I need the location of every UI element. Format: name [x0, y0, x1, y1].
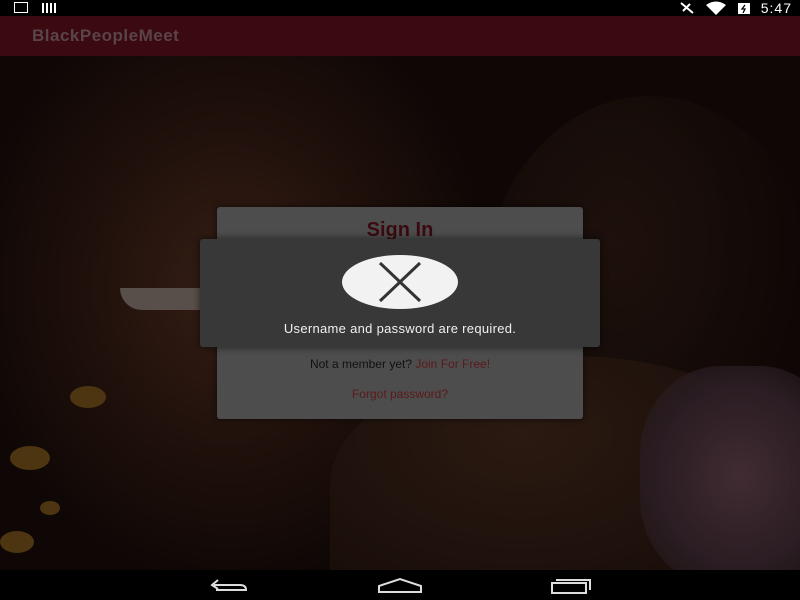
- app-title: BlackPeopleMeet: [32, 26, 180, 45]
- forgot-password-link[interactable]: Forgot password?: [217, 387, 583, 401]
- close-x-icon: [342, 255, 458, 309]
- nav-bar: [0, 570, 800, 600]
- signal-bars-icon: [42, 2, 58, 13]
- back-icon[interactable]: [206, 576, 252, 594]
- status-time: 5:47: [760, 0, 792, 16]
- error-message: Username and password are required.: [283, 321, 517, 336]
- status-bar: 5:47: [0, 0, 800, 16]
- recents-icon[interactable]: [548, 576, 594, 594]
- wifi-icon: [705, 1, 726, 15]
- battery-icon: [737, 3, 750, 14]
- app-bar: BlackPeopleMeet: [0, 16, 800, 56]
- vibrate-icon: [680, 2, 694, 14]
- join-for-free-link[interactable]: Join For Free!: [415, 357, 490, 371]
- home-icon[interactable]: [377, 576, 423, 594]
- error-dialog: Username and password are required.: [200, 239, 600, 347]
- not-member-text: Not a member yet?: [309, 357, 412, 371]
- download-icon: [14, 2, 28, 13]
- join-row: Not a member yet? Join For Free!: [217, 357, 583, 371]
